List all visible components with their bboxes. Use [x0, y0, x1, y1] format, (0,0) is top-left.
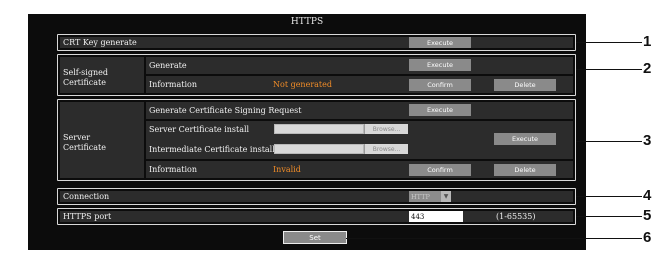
- callout-line-2: [576, 69, 642, 70]
- csr-label: Generate Certificate Signing Request: [149, 106, 302, 115]
- intermediate-cert-browse-button[interactable]: Browse...: [364, 144, 408, 154]
- server-cert-install-label: Server Certificate install: [149, 125, 250, 134]
- server-cert-confirm-button[interactable]: Confirm: [409, 164, 471, 176]
- callout-number-2: 2: [643, 60, 652, 77]
- self-signed-information-row: Information Not generated Confirm Delete: [146, 76, 573, 93]
- self-signed-generate-label: Generate: [149, 61, 187, 70]
- crt-key-execute-button[interactable]: Execute: [409, 37, 471, 48]
- callout-line-6: [346, 238, 642, 239]
- server-cert-label: Server Certificate: [63, 133, 106, 152]
- callout-number-6: 6: [643, 229, 652, 246]
- self-signed-information-label: Information: [149, 80, 198, 89]
- callout-line-5: [576, 216, 642, 217]
- https-settings-panel: HTTPS CRT Key generate Execute Self-sign…: [28, 14, 586, 250]
- server-cert-section: Server Certificate Generate Certificate …: [57, 99, 576, 181]
- self-signed-generate-button[interactable]: Execute: [409, 59, 471, 71]
- https-port-input[interactable]: 443: [409, 211, 463, 222]
- server-cert-browse-button[interactable]: Browse...: [364, 124, 408, 134]
- self-signed-confirm-button[interactable]: Confirm: [409, 79, 471, 91]
- server-cert-label-cell: Server Certificate: [60, 102, 144, 178]
- callout-line-3: [576, 141, 642, 142]
- callout-line-1: [576, 42, 642, 43]
- callout-number-3: 3: [643, 132, 652, 149]
- server-cert-delete-button[interactable]: Delete: [494, 164, 556, 176]
- https-port-section: HTTPS port 443 (1-65535): [57, 208, 576, 225]
- csr-execute-button[interactable]: Execute: [409, 104, 471, 116]
- crt-key-row: CRT Key generate Execute: [60, 37, 573, 48]
- server-cert-status: Invalid: [273, 165, 301, 174]
- connection-selected-value: HTTP: [411, 192, 430, 201]
- certificate-install-execute-button[interactable]: Execute: [494, 133, 556, 145]
- callout-number-5: 5: [643, 207, 652, 224]
- connection-section: Connection HTTP ▼: [57, 188, 576, 205]
- page-title: HTTPS: [290, 17, 324, 27]
- callout-number-4: 4: [643, 187, 652, 204]
- connection-label: Connection: [63, 192, 110, 201]
- server-cert-information-label: Information: [149, 165, 198, 174]
- https-port-range: (1-65535): [496, 212, 536, 221]
- self-signed-label: Self-signed Certificate: [63, 68, 108, 87]
- server-cert-information-row: Information Invalid Confirm Delete: [146, 161, 573, 178]
- self-signed-delete-button[interactable]: Delete: [494, 79, 556, 91]
- crt-key-label: CRT Key generate: [63, 38, 137, 47]
- certificate-install-row: Server Certificate install Browse... Int…: [146, 121, 573, 159]
- callout-line-4: [576, 196, 642, 197]
- self-signed-status: Not generated: [273, 80, 332, 89]
- csr-row: Generate Certificate Signing Request Exe…: [146, 102, 573, 119]
- server-cert-file-field[interactable]: [274, 124, 364, 134]
- intermediate-cert-install-label: Intermediate Certificate install: [149, 145, 275, 154]
- https-port-row: HTTPS port 443 (1-65535): [60, 211, 573, 222]
- connection-select[interactable]: HTTP ▼: [409, 191, 451, 202]
- callout-number-1: 1: [643, 33, 652, 50]
- crt-key-section: CRT Key generate Execute: [57, 34, 576, 51]
- set-button[interactable]: Set: [283, 231, 347, 244]
- self-signed-generate-row: Generate Execute: [146, 57, 573, 74]
- self-signed-section: Self-signed Certificate Generate Execute…: [57, 54, 576, 96]
- https-port-label: HTTPS port: [63, 212, 112, 221]
- connection-row: Connection HTTP ▼: [60, 191, 573, 202]
- chevron-down-icon: ▼: [441, 191, 451, 202]
- intermediate-cert-file-field[interactable]: [274, 144, 364, 154]
- self-signed-label-cell: Self-signed Certificate: [60, 57, 144, 93]
